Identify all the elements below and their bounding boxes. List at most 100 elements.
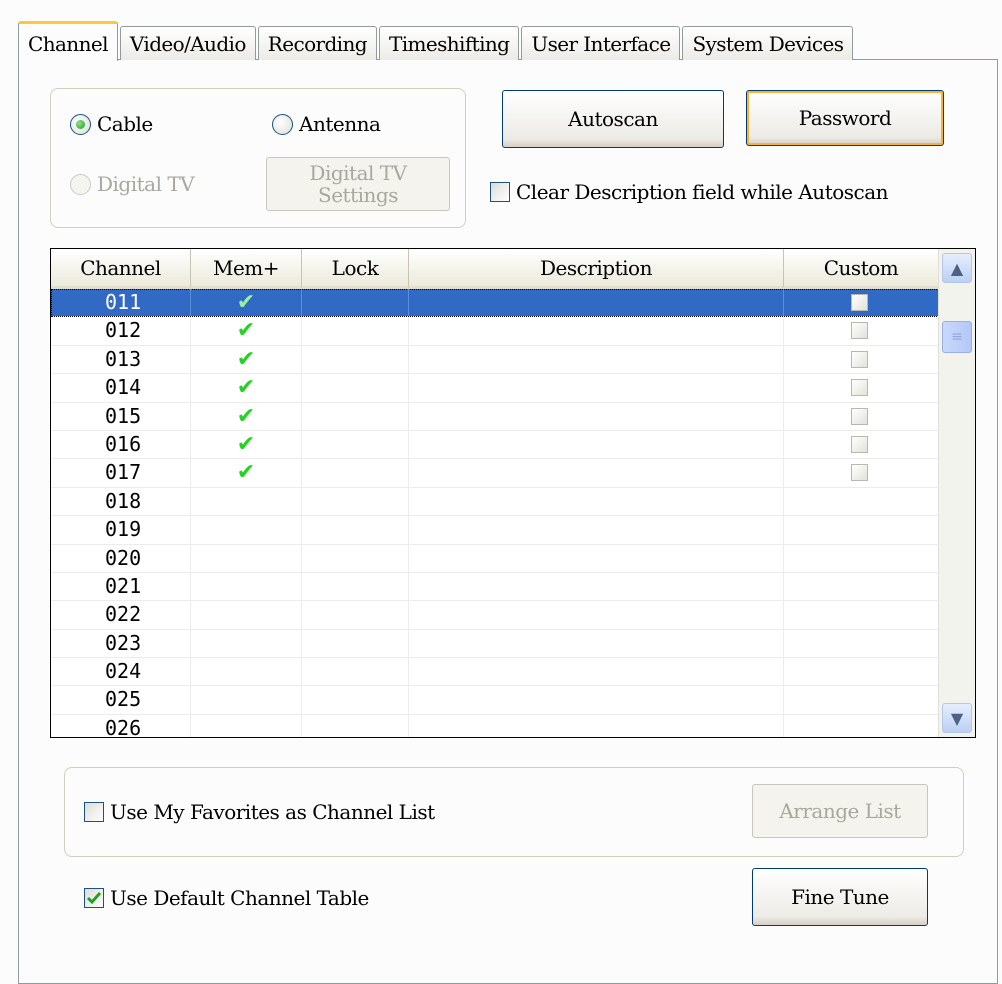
mem-cell[interactable] [191,629,302,658]
lock-cell[interactable] [302,402,409,430]
vertical-scrollbar[interactable]: ▲ ≡ ▼ [938,249,975,737]
column-header-lock[interactable]: Lock [302,249,409,289]
custom-cell[interactable] [784,487,939,516]
custom-cell[interactable] [784,658,939,686]
custom-checkbox[interactable] [851,350,868,368]
antenna-radio[interactable]: Antenna [272,112,381,136]
description-cell[interactable] [409,601,784,629]
table-row[interactable]: 026 [51,714,939,737]
mem-cell[interactable] [191,601,302,629]
cable-radio[interactable]: Cable [70,112,153,136]
channel-list[interactable]: Channel Mem+ Lock Description Custom 011… [50,248,976,738]
mem-cell[interactable] [191,544,302,572]
lock-cell[interactable] [302,487,409,516]
lock-cell[interactable] [302,317,409,345]
digital-tv-settings-button[interactable]: Digital TV Settings [266,157,450,211]
table-row[interactable]: 011 ✔ [51,289,939,318]
lock-cell[interactable] [302,516,409,544]
table-row[interactable]: 021 [51,572,939,602]
mem-cell[interactable]: ✔ [191,289,302,317]
use-default-channel-table-checkbox[interactable]: Use Default Channel Table [84,886,369,910]
lock-cell[interactable] [302,374,409,402]
mem-cell[interactable]: ✔ [191,430,302,459]
autoscan-button[interactable]: Autoscan [502,90,724,148]
mem-cell[interactable] [191,714,302,737]
custom-checkbox[interactable] [851,379,868,397]
table-row[interactable]: 015 ✔ [51,402,939,431]
lock-cell[interactable] [302,289,409,317]
mem-cell[interactable] [191,686,302,714]
custom-cell[interactable] [784,317,939,345]
column-header-custom[interactable]: Custom [784,249,939,289]
mem-cell[interactable] [191,487,302,516]
tab-user-interface[interactable]: User Interface [521,26,681,60]
description-cell[interactable] [409,516,784,544]
custom-cell[interactable] [784,544,939,572]
table-row[interactable]: 013 ✔ [51,345,939,375]
scroll-up-icon[interactable]: ▲ [942,253,972,283]
mem-cell[interactable]: ✔ [191,402,302,430]
description-cell[interactable] [409,487,784,516]
custom-cell[interactable] [784,714,939,737]
custom-cell[interactable] [784,572,939,601]
custom-cell[interactable] [784,459,939,487]
mem-cell[interactable]: ✔ [191,459,302,487]
table-row[interactable]: 022 [51,601,939,630]
description-cell[interactable] [409,572,784,601]
tab-channel[interactable]: Channel [18,21,118,61]
lock-cell[interactable] [302,714,409,737]
lock-cell[interactable] [302,544,409,572]
column-header-description[interactable]: Description [409,249,784,289]
tab-video-audio[interactable]: Video/Audio [119,26,256,60]
table-row[interactable]: 016 ✔ [51,430,939,460]
table-row[interactable]: 012 ✔ [51,317,939,346]
scrollbar-thumb[interactable]: ≡ [942,321,972,353]
custom-checkbox[interactable] [851,407,868,425]
description-cell[interactable] [409,629,784,658]
custom-cell[interactable] [784,374,939,402]
custom-checkbox[interactable] [851,464,868,482]
description-cell[interactable] [409,658,784,686]
custom-cell[interactable] [784,402,939,430]
description-cell[interactable] [409,459,784,487]
description-cell[interactable] [409,317,784,345]
description-cell[interactable] [409,430,784,459]
description-cell[interactable] [409,345,784,374]
lock-cell[interactable] [302,345,409,374]
tab-system-devices[interactable]: System Devices [682,26,854,60]
mem-cell[interactable] [191,658,302,686]
custom-cell[interactable] [784,430,939,459]
mem-cell[interactable]: ✔ [191,345,302,374]
lock-cell[interactable] [302,430,409,459]
description-cell[interactable] [409,686,784,714]
table-row[interactable]: 017 ✔ [51,459,939,488]
custom-cell[interactable] [784,686,939,714]
arrange-list-button[interactable]: Arrange List [752,784,928,838]
table-row[interactable]: 025 [51,686,939,715]
description-cell[interactable] [409,544,784,572]
column-header-channel[interactable]: Channel [51,249,191,289]
table-row[interactable]: 014 ✔ [51,374,939,403]
custom-cell[interactable] [784,601,939,629]
lock-cell[interactable] [302,658,409,686]
column-header-mem[interactable]: Mem+ [191,249,302,289]
table-row[interactable]: 018 [51,487,939,517]
use-favorites-checkbox[interactable]: Use My Favorites as Channel List [84,800,435,824]
custom-cell[interactable] [784,289,939,317]
lock-cell[interactable] [302,686,409,714]
lock-cell[interactable] [302,572,409,601]
description-cell[interactable] [409,402,784,430]
table-row[interactable]: 023 [51,629,939,659]
digital-tv-radio[interactable]: Digital TV [70,172,195,196]
tab-timeshifting[interactable]: Timeshifting [378,26,520,60]
mem-cell[interactable] [191,572,302,601]
custom-checkbox[interactable] [851,294,868,311]
mem-cell[interactable] [191,516,302,544]
table-row[interactable]: 019 [51,516,939,545]
scroll-down-icon[interactable]: ▼ [942,703,972,733]
password-button[interactable]: Password [746,90,944,146]
table-row[interactable]: 024 [51,658,939,687]
lock-cell[interactable] [302,459,409,487]
description-cell[interactable] [409,714,784,737]
table-row[interactable]: 020 [51,544,939,573]
